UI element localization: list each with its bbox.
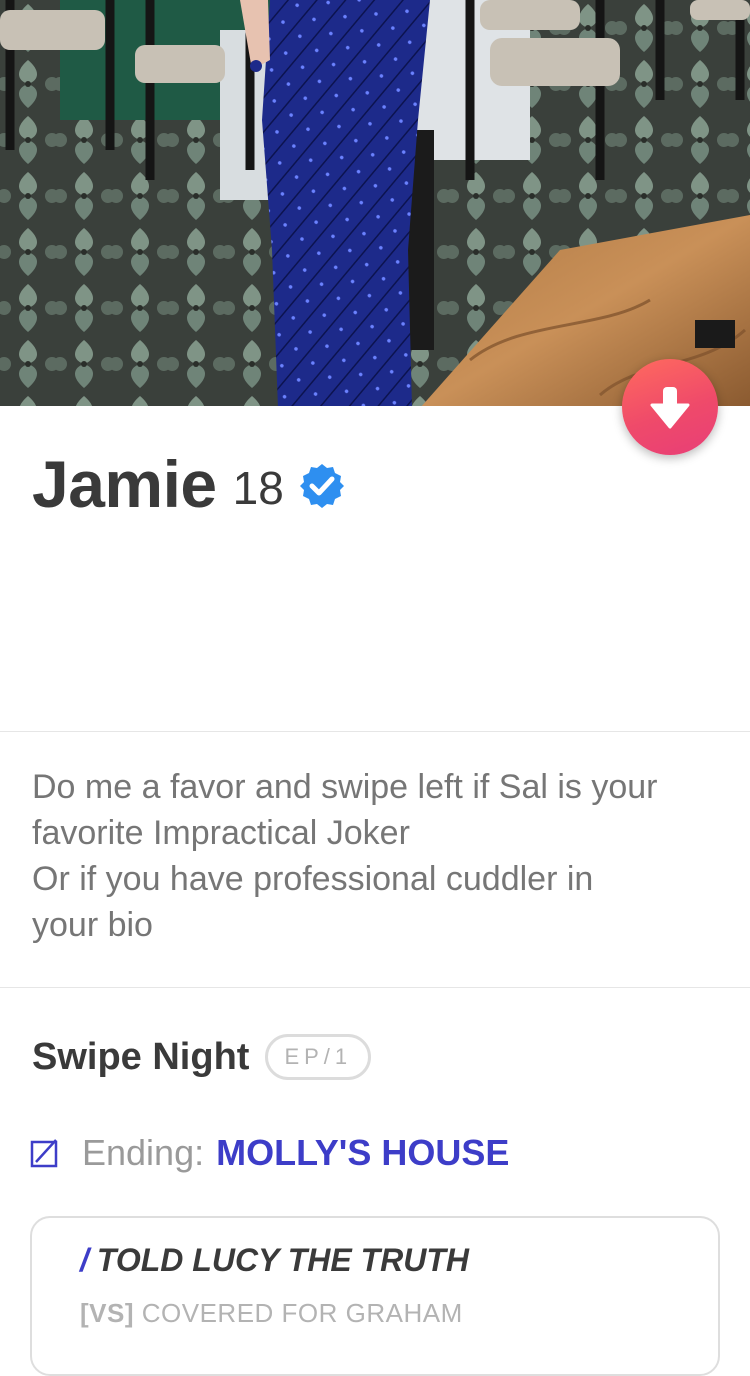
ending-label: Ending: xyxy=(82,1132,205,1173)
divider xyxy=(0,731,750,732)
bio-line: favorite Impractical Joker xyxy=(32,814,410,852)
verified-badge-icon[interactable] xyxy=(298,462,346,510)
ending-value: MOLLY'S HOUSE xyxy=(216,1132,510,1173)
choice-slash: / xyxy=(80,1242,89,1278)
episode-badge: EP/1 xyxy=(265,1034,372,1080)
choice-alternative-text: COVERED FOR GRAHAM xyxy=(141,1298,463,1328)
bio-line: Do me a favor and swipe left if Sal is y… xyxy=(32,768,658,806)
swipe-night-header: Swipe Night EP/1 xyxy=(32,1030,372,1084)
bio-line: your bio xyxy=(32,906,153,944)
profile-photo[interactable] xyxy=(0,0,750,408)
collapse-profile-button[interactable] xyxy=(622,359,718,455)
choice-vs-tag: [VS] xyxy=(80,1298,134,1328)
edit-square-icon xyxy=(30,1139,58,1168)
divider xyxy=(0,987,750,988)
choice-made: / TOLD LUCY THE TRUTH xyxy=(80,1242,469,1279)
profile-header: Jamie 18 xyxy=(32,444,346,524)
profile-bio: Do me a favor and swipe left if Sal is y… xyxy=(32,764,732,948)
profile-age: 18 xyxy=(232,462,284,514)
swipe-night-choice-card: / TOLD LUCY THE TRUTH [VS] COVERED FOR GR… xyxy=(30,1216,720,1376)
profile-photo-image xyxy=(0,0,750,408)
arrow-down-icon xyxy=(650,387,690,429)
choice-alternative: [VS] COVERED FOR GRAHAM xyxy=(80,1298,463,1329)
swipe-night-ending: Ending: MOLLY'S HOUSE xyxy=(30,1128,509,1178)
profile-name: Jamie xyxy=(32,447,217,521)
bio-line: Or if you have professional cuddler in xyxy=(32,860,594,898)
swipe-night-title: Swipe Night xyxy=(32,1035,250,1078)
choice-made-text: TOLD LUCY THE TRUTH xyxy=(96,1242,470,1278)
